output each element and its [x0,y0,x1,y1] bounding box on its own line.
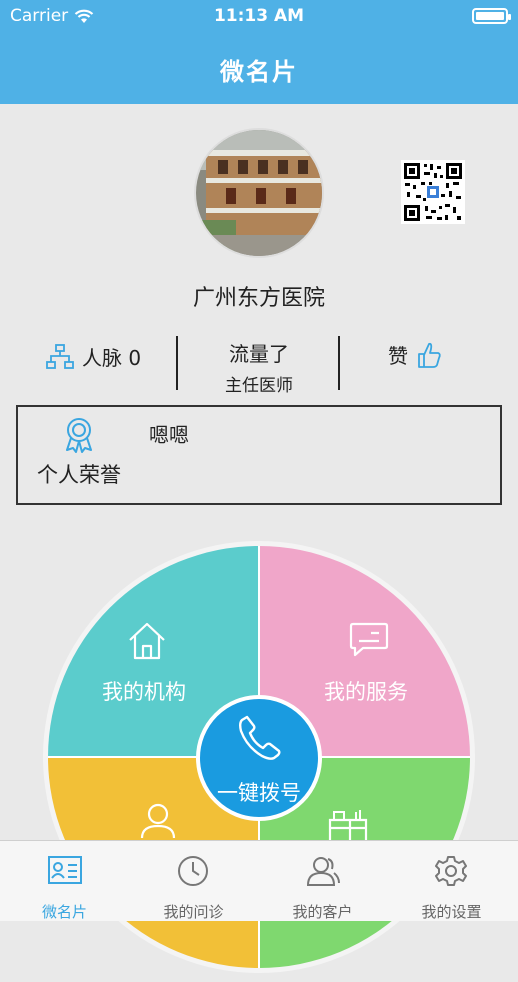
hospital-name: 广州东方医院 [192,286,325,311]
tab-label: 我的客户 [292,903,353,921]
gear-icon [435,856,467,886]
qr-code-icon [401,160,465,224]
tab-my-consultation[interactable]: 我的问诊 [129,841,258,921]
card-icon [48,856,82,884]
honor-section[interactable]: 个人荣誉 嗯嗯 [16,405,502,505]
status-time: 11:13 AM [213,6,305,26]
tab-label: 我的问诊 [163,903,224,921]
building-photo [196,130,322,256]
avatar[interactable] [194,128,324,258]
qr-code[interactable] [401,160,465,224]
traffic-label: 流量了 [229,342,289,366]
top-header: Carrier 11:13 AM 微名片 [0,0,518,104]
status-bar: Carrier 11:13 AM [0,6,518,28]
thumbs-up-icon [418,342,441,368]
dial-label: 一键拨号 [217,781,301,805]
tab-my-settings[interactable]: 我的设置 [387,841,516,921]
tab-label: 我的设置 [421,903,482,921]
segment-label-institution: 我的机构 [102,680,186,704]
page-title: 微名片 [220,58,298,86]
network-label: 人脉 0 [82,346,142,370]
phone-icon [239,715,281,760]
tab-label: 微名片 [41,903,87,921]
network-stat[interactable]: 人脉 0 [46,342,141,371]
tab-my-clients[interactable]: 我的客户 [258,841,387,921]
org-chart-icon [46,343,74,369]
tab-micro-card[interactable]: 微名片 [0,841,129,921]
traffic-stat: 流量了 主任医师 [178,338,340,396]
one-click-dial-button[interactable]: 一键拨号 [196,695,322,821]
tab-bar: 微名片 我的问诊 我的客户 我的设置 [0,840,518,921]
position-title: 主任医师 [225,376,293,396]
stats-divider [338,336,340,390]
segment-label-service: 我的服务 [324,680,408,704]
battery-icon [472,8,511,24]
users-icon [306,857,340,886]
honor-text: 嗯嗯 [149,423,189,447]
stats-row: 人脉 0 流量了 主任医师 赞 [0,336,518,396]
clock-icon [178,856,208,886]
like-button[interactable]: 赞 [388,340,442,369]
award-ribbon-icon [62,417,96,457]
honor-label: 个人荣誉 [37,463,121,487]
like-label: 赞 [388,344,408,368]
